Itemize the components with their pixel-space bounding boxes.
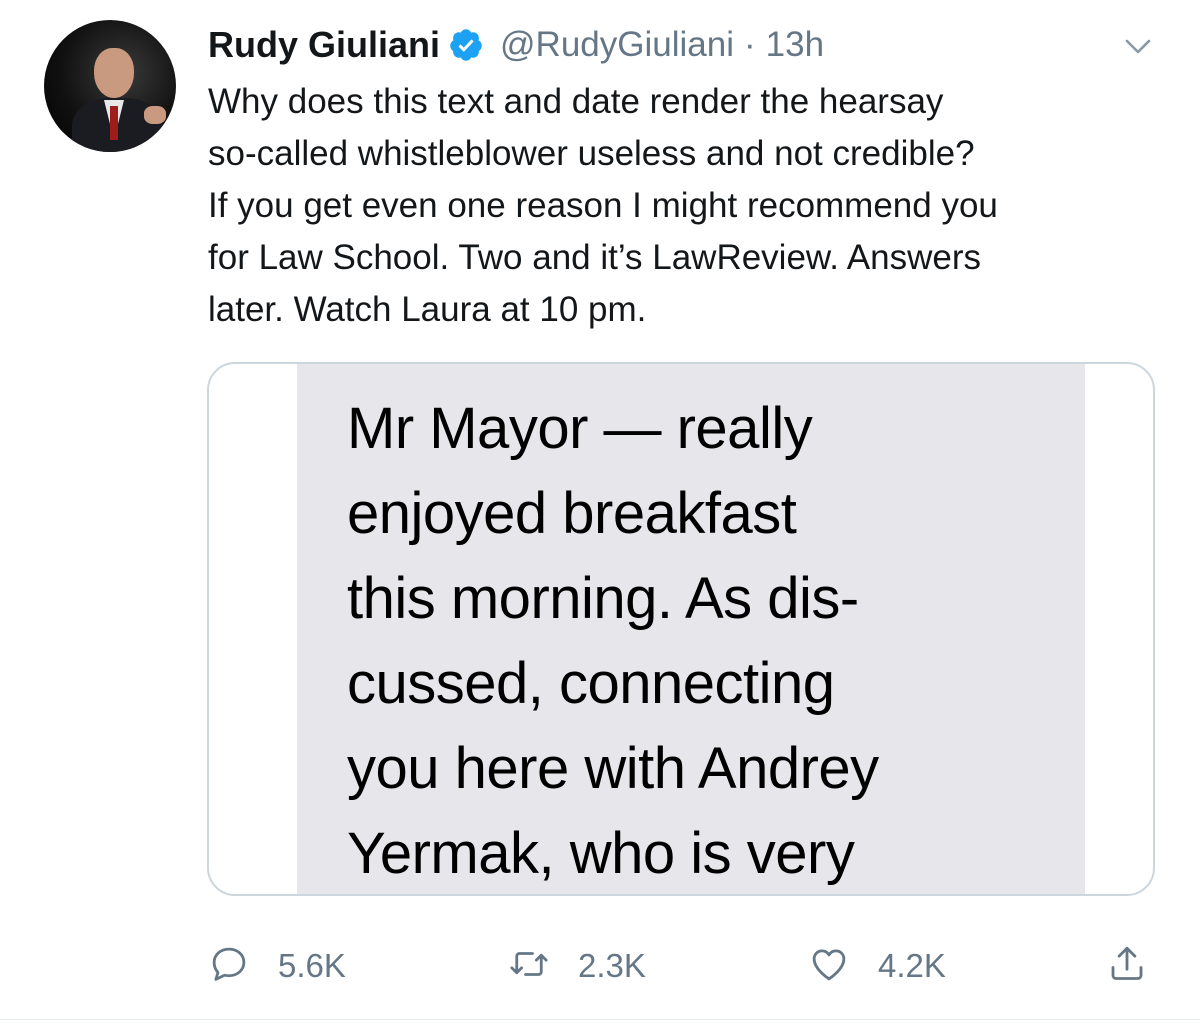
verified-badge-icon bbox=[448, 27, 484, 63]
avatar-face bbox=[94, 48, 134, 98]
avatar[interactable] bbox=[44, 20, 176, 152]
author-handle[interactable]: @RudyGiuliani bbox=[500, 25, 734, 65]
reply-icon bbox=[208, 943, 250, 990]
message-text: Mr Mayor — really enjoyed breakfast this… bbox=[347, 396, 879, 886]
retweet-button[interactable]: 2.3K bbox=[508, 936, 646, 996]
share-button[interactable] bbox=[1106, 936, 1148, 996]
tweet-actions: 5.6K 2.3K 4.2K bbox=[208, 936, 1164, 996]
tweet-text: Why does this text and date render the h… bbox=[208, 82, 998, 329]
separator-dot: · bbox=[743, 25, 756, 64]
tweet[interactable]: Rudy Giuliani @RudyGiuliani · 13h Why do… bbox=[0, 0, 1200, 1028]
reply-button[interactable]: 5.6K bbox=[208, 936, 346, 996]
tweet-media[interactable]: Mr Mayor — really enjoyed breakfast this… bbox=[207, 362, 1155, 896]
retweet-icon bbox=[508, 943, 550, 990]
reply-count: 5.6K bbox=[278, 947, 346, 984]
author-name[interactable]: Rudy Giuliani bbox=[208, 24, 440, 66]
message-bubble: Mr Mayor — really enjoyed breakfast this… bbox=[297, 364, 1085, 894]
avatar-tie bbox=[110, 106, 118, 140]
like-count: 4.2K bbox=[878, 947, 946, 984]
share-icon bbox=[1106, 943, 1148, 990]
chevron-down-icon[interactable] bbox=[1122, 30, 1154, 62]
avatar-hand bbox=[144, 106, 166, 124]
tweet-timestamp[interactable]: 13h bbox=[766, 25, 824, 65]
like-button[interactable]: 4.2K bbox=[808, 936, 946, 996]
heart-icon bbox=[808, 943, 850, 990]
tweet-header: Rudy Giuliani @RudyGiuliani · 13h bbox=[208, 22, 824, 68]
divider bbox=[0, 1019, 1200, 1020]
retweet-count: 2.3K bbox=[578, 947, 646, 984]
